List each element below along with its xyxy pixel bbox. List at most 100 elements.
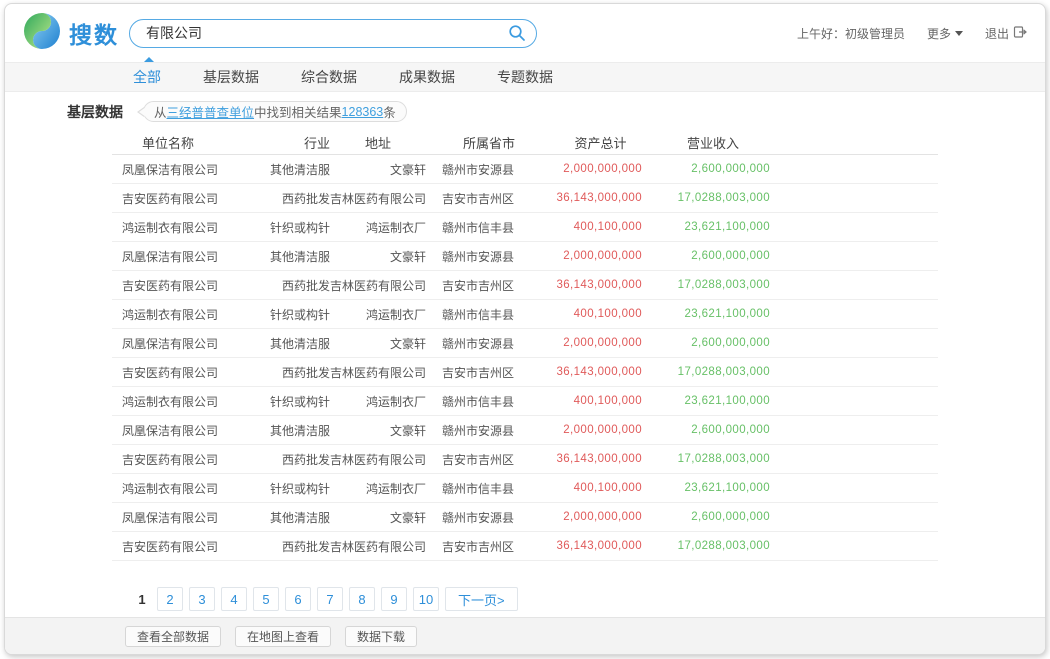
page-button[interactable]: 5 bbox=[253, 587, 279, 611]
cell-total-assets: 36,143,000,000 bbox=[552, 453, 649, 465]
footer-button[interactable]: 查看全部数据 bbox=[125, 626, 221, 647]
cell-revenue: 2,600,000,000 bbox=[649, 511, 777, 523]
page-button[interactable]: 6 bbox=[285, 587, 311, 611]
cell-total-assets: 36,143,000,000 bbox=[552, 192, 649, 204]
cell-address: 鸿运制衣厂 bbox=[330, 393, 426, 410]
search-icon[interactable] bbox=[508, 24, 526, 42]
tab[interactable]: 综合数据 bbox=[301, 67, 357, 87]
cell-region: 吉安市吉州区 bbox=[426, 190, 552, 207]
cell-revenue: 17,0288,003,000 bbox=[649, 540, 777, 552]
search-input[interactable] bbox=[146, 25, 508, 41]
cell-address: 吉林医药有限公司 bbox=[330, 451, 426, 468]
cell-revenue: 17,0288,003,000 bbox=[649, 279, 777, 291]
cell-revenue: 23,621,100,000 bbox=[649, 308, 777, 320]
cell-revenue: 2,600,000,000 bbox=[649, 424, 777, 436]
table-row[interactable]: 吉安医药有限公司 西药批发 吉林医药有限公司 吉安市吉州区 36,143,000… bbox=[112, 445, 938, 474]
more-label: 更多 bbox=[927, 25, 951, 42]
cell-address: 吉林医药有限公司 bbox=[330, 190, 426, 207]
cell-address: 吉林医药有限公司 bbox=[330, 538, 426, 555]
page-button[interactable]: 3 bbox=[189, 587, 215, 611]
cell-company-name: 吉安医药有限公司 bbox=[112, 190, 262, 207]
cell-address: 鸿运制衣厂 bbox=[330, 306, 426, 323]
result-prefix: 从 bbox=[154, 102, 167, 121]
column-header: 行业 bbox=[262, 133, 330, 152]
cell-revenue: 17,0288,003,000 bbox=[649, 453, 777, 465]
chevron-down-icon bbox=[955, 31, 963, 36]
column-header: 所属省市 bbox=[426, 133, 552, 152]
cell-address: 吉林医药有限公司 bbox=[330, 277, 426, 294]
source-link[interactable]: 三经普普查单位 bbox=[167, 102, 255, 121]
cell-company-name: 吉安医药有限公司 bbox=[112, 364, 262, 381]
more-menu[interactable]: 更多 bbox=[927, 25, 963, 42]
cell-address: 文豪轩 bbox=[330, 161, 426, 178]
greeting-text: 上午好：初级管理员 bbox=[797, 25, 905, 42]
cell-region: 吉安市吉州区 bbox=[426, 451, 552, 468]
footer-button[interactable]: 在地图上查看 bbox=[235, 626, 331, 647]
cell-industry: 其他清洁服 bbox=[262, 161, 330, 178]
table-row[interactable]: 鸿运制衣有限公司 针织或构针 鸿运制衣厂 赣州市信丰县 400,100,000 … bbox=[112, 213, 938, 242]
cell-company-name: 鸿运制衣有限公司 bbox=[112, 219, 262, 236]
result-middle: 中找到相关结果 bbox=[254, 102, 342, 121]
search-area bbox=[129, 19, 537, 48]
page-button[interactable]: 2 bbox=[157, 587, 183, 611]
logout-button[interactable]: 退出 bbox=[985, 25, 1027, 42]
cell-industry: 其他清洁服 bbox=[262, 335, 330, 352]
cell-industry: 其他清洁服 bbox=[262, 509, 330, 526]
cell-company-name: 吉安医药有限公司 bbox=[112, 451, 262, 468]
logout-icon bbox=[1013, 25, 1027, 42]
table-row[interactable]: 凤凰保洁有限公司 其他清洁服 文豪轩 赣州市安源县 2,000,000,000 … bbox=[112, 155, 938, 184]
next-page-button[interactable]: 下一页> bbox=[445, 587, 518, 611]
cell-company-name: 鸿运制衣有限公司 bbox=[112, 393, 262, 410]
table-row[interactable]: 吉安医药有限公司 西药批发 吉林医药有限公司 吉安市吉州区 36,143,000… bbox=[112, 358, 938, 387]
cell-address: 吉林医药有限公司 bbox=[330, 364, 426, 381]
cell-company-name: 吉安医药有限公司 bbox=[112, 538, 262, 555]
tab[interactable]: 全部 bbox=[133, 67, 161, 87]
cell-address: 文豪轩 bbox=[330, 335, 426, 352]
cell-industry: 其他清洁服 bbox=[262, 422, 330, 439]
table-row[interactable]: 吉安医药有限公司 西药批发 吉林医药有限公司 吉安市吉州区 36,143,000… bbox=[112, 271, 938, 300]
results-table: 单位名称 行业 地址 所属省市 资产总计 营业收入 凤凰保洁有限公司 其他清洁服… bbox=[112, 130, 938, 561]
table-row[interactable]: 凤凰保洁有限公司 其他清洁服 文豪轩 赣州市安源县 2,000,000,000 … bbox=[112, 503, 938, 532]
cell-revenue: 23,621,100,000 bbox=[649, 221, 777, 233]
app-window: 搜数 上午好：初级管理员 更多 退出 bbox=[4, 3, 1046, 655]
cell-company-name: 凤凰保洁有限公司 bbox=[112, 422, 262, 439]
page-button[interactable]: 4 bbox=[221, 587, 247, 611]
tab[interactable]: 专题数据 bbox=[497, 67, 553, 87]
result-count-link[interactable]: 128363 bbox=[342, 105, 384, 119]
tab[interactable]: 成果数据 bbox=[399, 67, 455, 87]
tab-bar: 全部 基层数据 综合数据 成果数据 专题数据 bbox=[5, 62, 1045, 92]
section-label: 基层数据 bbox=[67, 102, 123, 122]
brand: 搜数 bbox=[23, 12, 119, 55]
cell-industry: 西药批发 bbox=[262, 451, 330, 468]
cell-company-name: 鸿运制衣有限公司 bbox=[112, 480, 262, 497]
footer-button[interactable]: 数据下载 bbox=[345, 626, 417, 647]
table-row[interactable]: 凤凰保洁有限公司 其他清洁服 文豪轩 赣州市安源县 2,000,000,000 … bbox=[112, 242, 938, 271]
search-box[interactable] bbox=[129, 19, 537, 48]
result-suffix: 条 bbox=[383, 102, 396, 121]
table-row[interactable]: 鸿运制衣有限公司 针织或构针 鸿运制衣厂 赣州市信丰县 400,100,000 … bbox=[112, 300, 938, 329]
page-button[interactable]: 9 bbox=[381, 587, 407, 611]
table-row[interactable]: 凤凰保洁有限公司 其他清洁服 文豪轩 赣州市安源县 2,000,000,000 … bbox=[112, 416, 938, 445]
page-button[interactable]: 8 bbox=[349, 587, 375, 611]
table-row[interactable]: 吉安医药有限公司 西药批发 吉林医药有限公司 吉安市吉州区 36,143,000… bbox=[112, 184, 938, 213]
table-row[interactable]: 凤凰保洁有限公司 其他清洁服 文豪轩 赣州市安源县 2,000,000,000 … bbox=[112, 329, 938, 358]
table-row[interactable]: 鸿运制衣有限公司 针织或构针 鸿运制衣厂 赣州市信丰县 400,100,000 … bbox=[112, 387, 938, 416]
page-button[interactable]: 10 bbox=[413, 587, 439, 611]
cell-revenue: 2,600,000,000 bbox=[649, 250, 777, 262]
cell-total-assets: 400,100,000 bbox=[552, 221, 649, 233]
cell-industry: 针织或构针 bbox=[262, 393, 330, 410]
cell-region: 赣州市安源县 bbox=[426, 335, 552, 352]
tab[interactable]: 基层数据 bbox=[203, 67, 259, 87]
cell-company-name: 凤凰保洁有限公司 bbox=[112, 248, 262, 265]
result-summary-pill: 从三经普普查单位中找到相关结果128363条 bbox=[143, 101, 407, 122]
cell-total-assets: 400,100,000 bbox=[552, 395, 649, 407]
cell-region: 赣州市安源县 bbox=[426, 422, 552, 439]
table-row[interactable]: 吉安医药有限公司 西药批发 吉林医药有限公司 吉安市吉州区 36,143,000… bbox=[112, 532, 938, 561]
user-area: 上午好：初级管理员 更多 退出 bbox=[797, 25, 1027, 42]
cell-address: 文豪轩 bbox=[330, 422, 426, 439]
cell-company-name: 鸿运制衣有限公司 bbox=[112, 306, 262, 323]
page-button[interactable]: 7 bbox=[317, 587, 343, 611]
cell-region: 吉安市吉州区 bbox=[426, 538, 552, 555]
cell-region: 赣州市信丰县 bbox=[426, 306, 552, 323]
table-row[interactable]: 鸿运制衣有限公司 针织或构针 鸿运制衣厂 赣州市信丰县 400,100,000 … bbox=[112, 474, 938, 503]
